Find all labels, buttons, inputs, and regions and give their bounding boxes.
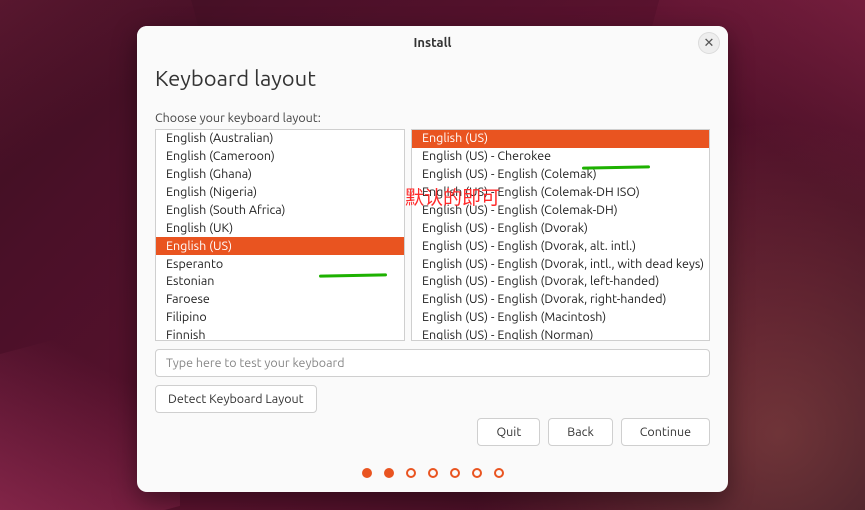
installer-window: Install ✕ Keyboard layout Choose your ke…	[137, 26, 728, 492]
list-item[interactable]: English (US)	[412, 130, 709, 148]
list-item[interactable]: English (US) - English (Dvorak)	[412, 219, 709, 237]
choose-layout-label: Choose your keyboard layout:	[155, 111, 710, 125]
list-item[interactable]: English (US) - English (Colemak-DH)	[412, 202, 709, 220]
keyboard-test-input[interactable]	[155, 349, 710, 377]
progress-dot	[494, 468, 504, 478]
progress-dots	[137, 468, 728, 478]
layout-group-list[interactable]: English (Australian)English (Cameroon)En…	[155, 129, 405, 341]
list-item[interactable]: English (UK)	[156, 219, 404, 237]
list-item[interactable]: English (South Africa)	[156, 202, 404, 220]
progress-dot	[406, 468, 416, 478]
detect-keyboard-button[interactable]: Detect Keyboard Layout	[155, 385, 317, 413]
page-title: Keyboard layout	[155, 66, 710, 91]
list-item[interactable]: English (Nigeria)	[156, 184, 404, 202]
list-item[interactable]: English (US) - English (Norman)	[412, 327, 709, 340]
progress-dot	[384, 468, 394, 478]
layout-variant-list[interactable]: English (US)English (US) - CherokeeEngli…	[411, 129, 710, 341]
list-item[interactable]: English (US) - English (Dvorak, left-han…	[412, 273, 709, 291]
list-item[interactable]: English (Cameroon)	[156, 148, 404, 166]
list-item[interactable]: Estonian	[156, 273, 404, 291]
progress-dot	[428, 468, 438, 478]
continue-button[interactable]: Continue	[621, 418, 710, 446]
list-item[interactable]: English (US) - English (Colemak-DH ISO)	[412, 184, 709, 202]
progress-dot	[450, 468, 460, 478]
wizard-nav: Quit Back Continue	[477, 418, 710, 446]
list-item[interactable]: Finnish	[156, 327, 404, 340]
progress-dot	[472, 468, 482, 478]
window-titlebar: Install ✕	[137, 26, 728, 60]
window-title: Install	[414, 36, 452, 50]
desktop-background: Install ✕ Keyboard layout Choose your ke…	[0, 0, 865, 510]
list-item[interactable]: Esperanto	[156, 255, 404, 273]
close-icon: ✕	[704, 36, 715, 50]
list-item[interactable]: English (Australian)	[156, 130, 404, 148]
list-item[interactable]: Faroese	[156, 291, 404, 309]
list-item[interactable]: English (US) - English (Dvorak, right-ha…	[412, 291, 709, 309]
list-item[interactable]: English (US) - English (Dvorak, alt. int…	[412, 237, 709, 255]
quit-button[interactable]: Quit	[477, 418, 540, 446]
list-item[interactable]: English (US) - Cherokee	[412, 148, 709, 166]
list-item[interactable]: English (US) - English (Colemak)	[412, 166, 709, 184]
close-button[interactable]: ✕	[698, 32, 720, 54]
list-item[interactable]: English (US) - English (Dvorak, intl., w…	[412, 255, 709, 273]
list-item[interactable]: English (Ghana)	[156, 166, 404, 184]
list-item[interactable]: English (US)	[156, 237, 404, 255]
list-item[interactable]: English (US) - English (Macintosh)	[412, 309, 709, 327]
progress-dot	[362, 468, 372, 478]
back-button[interactable]: Back	[548, 418, 613, 446]
list-item[interactable]: Filipino	[156, 309, 404, 327]
